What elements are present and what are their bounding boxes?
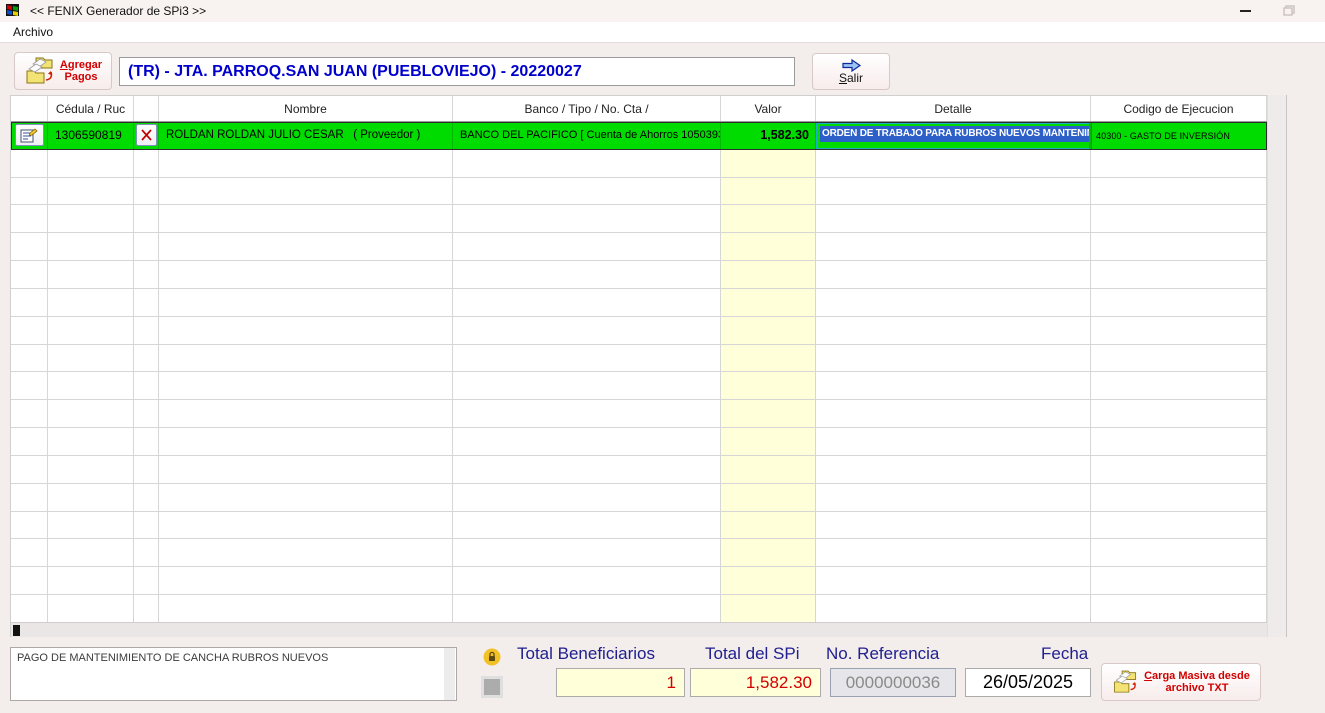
- carga-masiva-button[interactable]: Carga Masiva desde archivo TXT: [1101, 663, 1261, 701]
- carga-masiva-label: Carga Masiva desde archivo TXT: [1144, 670, 1250, 694]
- delete-x-icon: [140, 129, 153, 141]
- empty-table-row: [11, 205, 1267, 233]
- header-detalle: Detalle: [816, 96, 1091, 121]
- delete-row-button[interactable]: [136, 124, 157, 146]
- row-banco: BANCO DEL PACIFICO [ Cuenta de Ahorros 1…: [453, 129, 721, 141]
- empty-table-row: [11, 595, 1267, 623]
- edit-form-icon: [20, 127, 38, 143]
- salir-label: Salir: [839, 72, 863, 85]
- agregar-pagos-button[interactable]: Agregar Pagos: [14, 52, 112, 90]
- restore-button[interactable]: [1267, 0, 1311, 22]
- row-valor: 1,582.30: [721, 128, 815, 142]
- referencia-label: No. Referencia: [826, 644, 939, 664]
- descripcion-scrollbar[interactable]: [444, 648, 455, 700]
- empty-table-row: [11, 567, 1267, 595]
- payment-row-selected: 1306590819 ROLDAN ROLDAN JULIO CESAR ( P…: [11, 122, 1267, 150]
- payments-table: Cédula / Ruc Nombre Banco / Tipo / No. C…: [10, 95, 1267, 637]
- salir-button[interactable]: Salir: [812, 53, 890, 90]
- empty-table-row: [11, 539, 1267, 567]
- minimize-button[interactable]: [1223, 0, 1267, 22]
- menu-item-archivo[interactable]: Archivo: [9, 23, 57, 41]
- lock-icon: [483, 648, 501, 666]
- menu-bar: Archivo: [0, 22, 1325, 43]
- folders-icon: [1112, 669, 1139, 695]
- entity-input[interactable]: (TR) - JTA. PARROQ.SAN JUAN (PUEBLOVIEJO…: [119, 57, 795, 86]
- window-title: << FENIX Generador de SPi3 >>: [30, 4, 206, 18]
- empty-table-row: [11, 345, 1267, 373]
- app-window: << FENIX Generador de SPi3 >> Archivo Ag…: [0, 0, 1325, 713]
- total-spi-field[interactable]: 1,582.30: [690, 668, 821, 697]
- toolbar: Agregar Pagos (TR) - JTA. PARROQ.SAN JUA…: [0, 43, 1325, 95]
- empty-table-row: [11, 261, 1267, 289]
- vertical-scrollbar[interactable]: [1267, 95, 1287, 637]
- table-header: Cédula / Ruc Nombre Banco / Tipo / No. C…: [11, 96, 1267, 122]
- fecha-label: Fecha: [1041, 644, 1088, 664]
- total-spi-label: Total del SPi: [705, 644, 800, 664]
- row-detalle: ORDEN DE TRABAJO PARA RUBROS NUEVOS MANT…: [820, 126, 1091, 142]
- title-bar: << FENIX Generador de SPi3 >>: [0, 0, 1325, 22]
- app-icon: [6, 4, 22, 19]
- row-codigo: 40300 - GASTO DE INVERSIÓN: [1092, 131, 1230, 141]
- header-nombre: Nombre: [159, 96, 453, 121]
- row-cedula: 1306590819: [48, 128, 122, 142]
- folders-icon: [24, 56, 56, 86]
- restore-icon: [1283, 5, 1296, 17]
- header-icon-col: [11, 96, 48, 121]
- empty-table-row: [11, 150, 1267, 178]
- agregar-pagos-label: Agregar Pagos: [60, 59, 102, 83]
- lock-toggle[interactable]: [483, 648, 501, 666]
- descripcion-textarea[interactable]: PAGO DE MANTENIMIENTO DE CANCHA RUBROS N…: [10, 647, 457, 701]
- header-cedula: Cédula / Ruc: [48, 96, 134, 121]
- empty-table-row: [11, 178, 1267, 206]
- footer-panel: PAGO DE MANTENIMIENTO DE CANCHA RUBROS N…: [0, 637, 1325, 713]
- empty-table-row: [11, 456, 1267, 484]
- empty-table-row: [11, 233, 1267, 261]
- row-nombre: ROLDAN ROLDAN JULIO CESAR ( Proveedor ): [159, 129, 420, 141]
- gray-square-button[interactable]: [481, 676, 503, 698]
- header-valor: Valor: [721, 96, 816, 121]
- horizontal-scrollbar[interactable]: [11, 622, 1267, 637]
- total-beneficiarios-field[interactable]: 1: [556, 668, 685, 697]
- header-banco: Banco / Tipo / No. Cta /: [453, 96, 721, 121]
- header-codigo: Codigo de Ejecucion: [1091, 96, 1267, 121]
- empty-table-row: [11, 512, 1267, 540]
- empty-table-row: [11, 317, 1267, 345]
- edit-row-button[interactable]: [15, 124, 44, 146]
- total-beneficiarios-label: Total Beneficiarios: [517, 644, 655, 664]
- horizontal-scrollbar-thumb[interactable]: [13, 625, 20, 636]
- empty-table-row: [11, 289, 1267, 317]
- fecha-field[interactable]: 26/05/2025: [965, 668, 1091, 697]
- empty-table-row: [11, 400, 1267, 428]
- referencia-field: 0000000036: [830, 668, 956, 697]
- table-body: 1306590819 ROLDAN ROLDAN JULIO CESAR ( P…: [11, 122, 1267, 623]
- empty-table-row: [11, 428, 1267, 456]
- header-delete-col: [134, 96, 159, 121]
- empty-table-row: [11, 484, 1267, 512]
- empty-table-row: [11, 372, 1267, 400]
- row-detalle-cell[interactable]: ORDEN DE TRABAJO PARA RUBROS NUEVOS MANT…: [816, 122, 1091, 150]
